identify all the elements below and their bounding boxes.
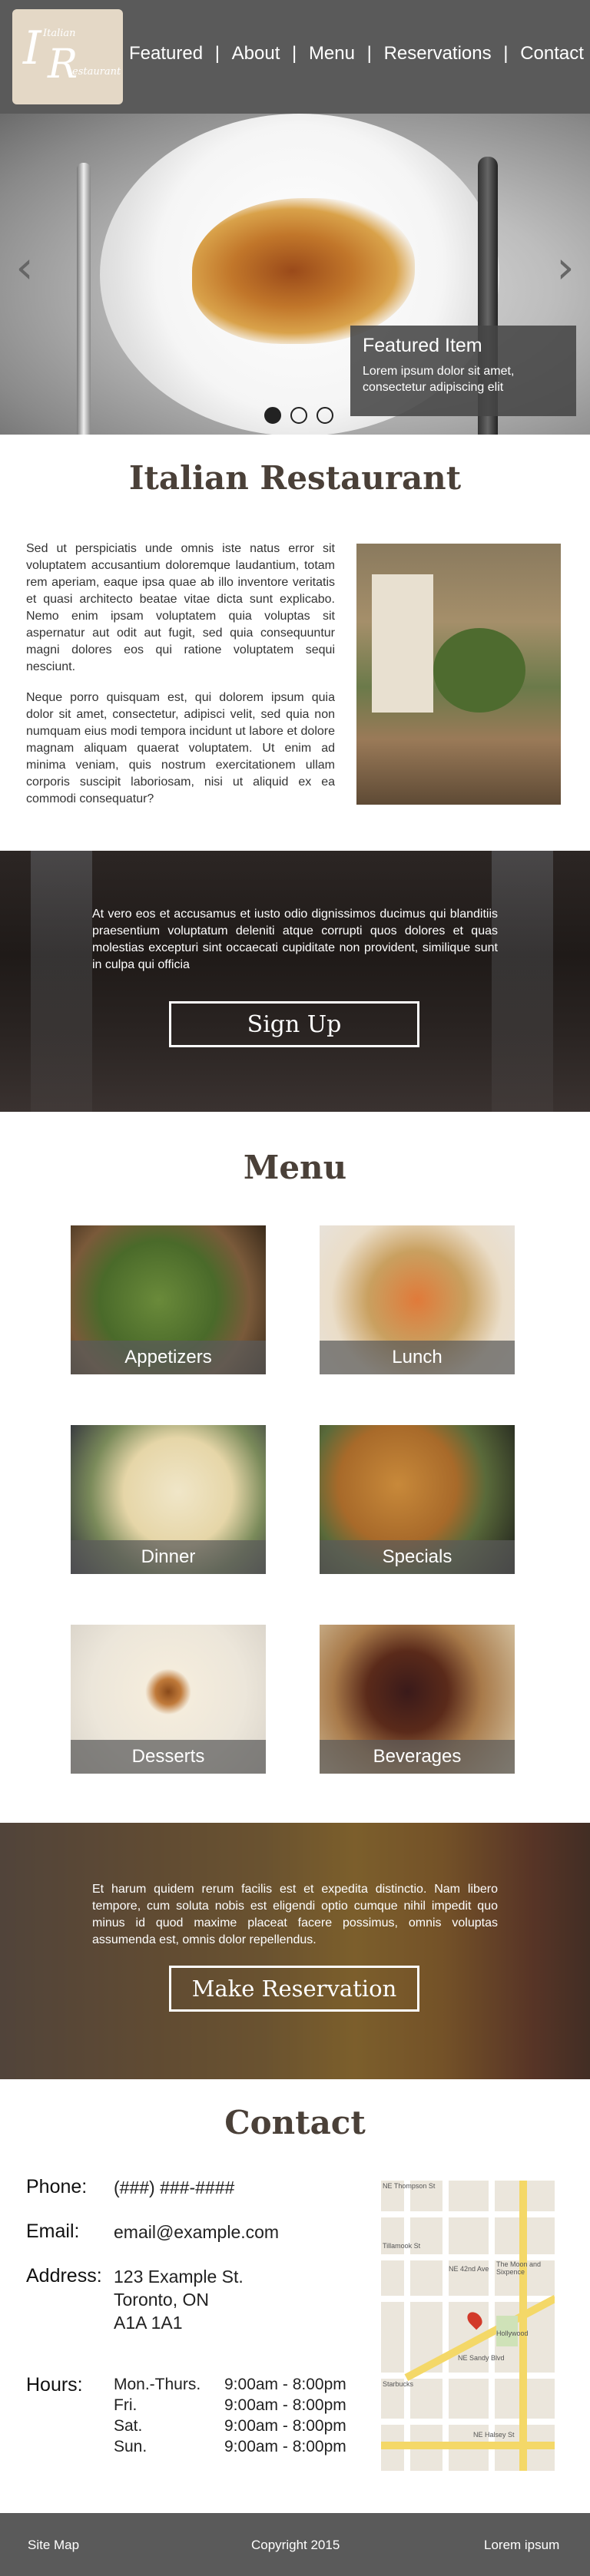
signup-band [0,851,590,1112]
logo-letter-i: I [23,21,41,75]
window-shape [492,851,553,1112]
map-pin-icon[interactable] [464,2309,486,2330]
hours-day: Sat. [114,2417,143,2435]
map-label: The Moon and Sixpence [496,2260,542,2276]
site-footer: Site Map Copyright 2015 Lorem ipsum [0,2513,590,2576]
hours-day: Mon.-Thurs. [114,2376,201,2393]
hero-food-image [192,198,415,344]
map-label: NE Thompson St [383,2182,436,2190]
nav-separator: | [366,43,372,64]
footer-link[interactable]: Lorem ipsum [484,2538,559,2553]
menu-label: Specials [320,1540,515,1574]
band-overlay [0,1823,590,2079]
nav-separator: | [214,43,220,64]
copyright-text: Copyright 2015 [251,2538,340,2552]
hours-row: Sat. 9:00am - 8:00pm [114,2417,346,2438]
page-title: Italian Restaurant [128,459,462,497]
menu-card-beverages[interactable]: Beverages [320,1625,515,1774]
address-line: Toronto, ON [114,2290,209,2310]
chevron-left-icon[interactable]: ‹ [11,244,38,290]
nav-separator: | [292,43,297,64]
hours-day: Sun. [114,2438,148,2455]
restaurant-patio-image [356,544,561,805]
contact-title: Contact [224,2104,366,2141]
menu-label: Lunch [320,1341,515,1374]
menu-label: Dinner [71,1540,266,1574]
carousel-dot[interactable] [317,407,333,424]
hours-label: Hours: [26,2374,83,2396]
reservation-text: Et harum quidem rerum facilis est et exp… [92,1883,498,1946]
hours-row: Fri. 9:00am - 8:00pm [114,2396,346,2417]
main-nav: Featured | About | Menu | Reservations |… [129,43,584,64]
patio-arch-shape [372,574,433,713]
reservation-band [0,1823,590,2079]
address-line: 123 Example St. [114,2267,244,2287]
hours-time: 9:00am - 8:00pm [224,2396,346,2414]
map-label: Hollywood [496,2330,529,2337]
about-paragraph-1: Sed ut perspiciatis unde omnis iste natu… [26,542,335,673]
nav-contact[interactable]: Contact [520,43,584,64]
logo-text-restaurant: estaurant [72,66,121,78]
address-value: 123 Example St. Toronto, ON A1A 1A1 [114,2265,244,2334]
menu-card-appetizers[interactable]: Appetizers [71,1225,266,1374]
hours-time: 9:00am - 8:00pm [224,2417,346,2435]
hours-time: 9:00am - 8:00pm [224,2376,346,2393]
hours-row: Mon.-Thurs. 9:00am - 8:00pm [114,2376,346,2396]
nav-reservations[interactable]: Reservations [384,43,492,64]
map-road [404,2181,410,2471]
hours-day: Fri. [114,2396,138,2414]
map-major-road [404,2294,555,2382]
carousel-dot[interactable] [264,407,281,424]
hours-row: Sun. 9:00am - 8:00pm [114,2438,346,2459]
nav-about[interactable]: About [232,43,280,64]
map-label: NE 42nd Ave [449,2265,489,2273]
site-map-link[interactable]: Site Map [28,2538,79,2553]
map-label: Tillamook St [383,2242,421,2250]
logo-letter-r: R [48,41,78,88]
menu-card-dinner[interactable]: Dinner [71,1425,266,1574]
logo-text-italian: Italian [43,28,76,39]
hours-table: Mon.-Thurs. 9:00am - 8:00pm Fri. 9:00am … [114,2376,346,2459]
menu-label: Desserts [71,1740,266,1774]
phone-value[interactable]: (###) ###-#### [114,2176,234,2199]
signup-text: At vero eos et accusamus et iusto odio d… [92,908,498,971]
menu-label: Appetizers [71,1341,266,1374]
map-label: NE Halsey St [473,2431,515,2439]
carousel-indicators [264,407,333,424]
featured-item-caption[interactable]: Featured Item Lorem ipsum dolor sit amet… [350,326,576,416]
menu-card-lunch[interactable]: Lunch [320,1225,515,1374]
menu-card-specials[interactable]: Specials [320,1425,515,1574]
fork-image [77,163,91,435]
restaurant-logo[interactable]: I Italian R estaurant [12,9,123,104]
sign-up-button[interactable]: Sign Up [169,1001,419,1047]
map-major-road [381,2442,555,2449]
address-label: Address: [26,2265,102,2287]
make-reservation-button[interactable]: Make Reservation [169,1966,419,2012]
about-paragraph-2: Neque porro quisquam est, qui dolorem ip… [26,691,335,805]
featured-title: Featured Item [363,335,482,356]
address-line: A1A 1A1 [114,2313,183,2333]
menu-title: Menu [243,1149,347,1186]
menu-label: Beverages [320,1740,515,1774]
location-map[interactable]: NE Thompson St Tillamook St NE 42nd Ave … [381,2181,555,2471]
map-label: NE Sandy Blvd [458,2354,505,2362]
nav-featured[interactable]: Featured [129,43,203,64]
site-header: I Italian R estaurant Featured | About |… [0,0,590,114]
window-shape [31,851,92,1112]
chevron-right-icon[interactable]: › [552,244,579,290]
nav-menu[interactable]: Menu [309,43,355,64]
phone-label: Phone: [26,2176,88,2197]
featured-text: Lorem ipsum dolor sit amet, consectetur … [363,365,515,394]
email-label: Email: [26,2221,80,2242]
menu-card-desserts[interactable]: Desserts [71,1625,266,1774]
map-major-road [519,2181,527,2471]
patio-plant-shape [433,628,525,713]
carousel-dot[interactable] [290,407,307,424]
hours-time: 9:00am - 8:00pm [224,2438,346,2455]
map-road [442,2181,449,2471]
map-label: Starbucks [383,2380,414,2388]
nav-separator: | [503,43,509,64]
email-value[interactable]: email@example.com [114,2221,279,2244]
